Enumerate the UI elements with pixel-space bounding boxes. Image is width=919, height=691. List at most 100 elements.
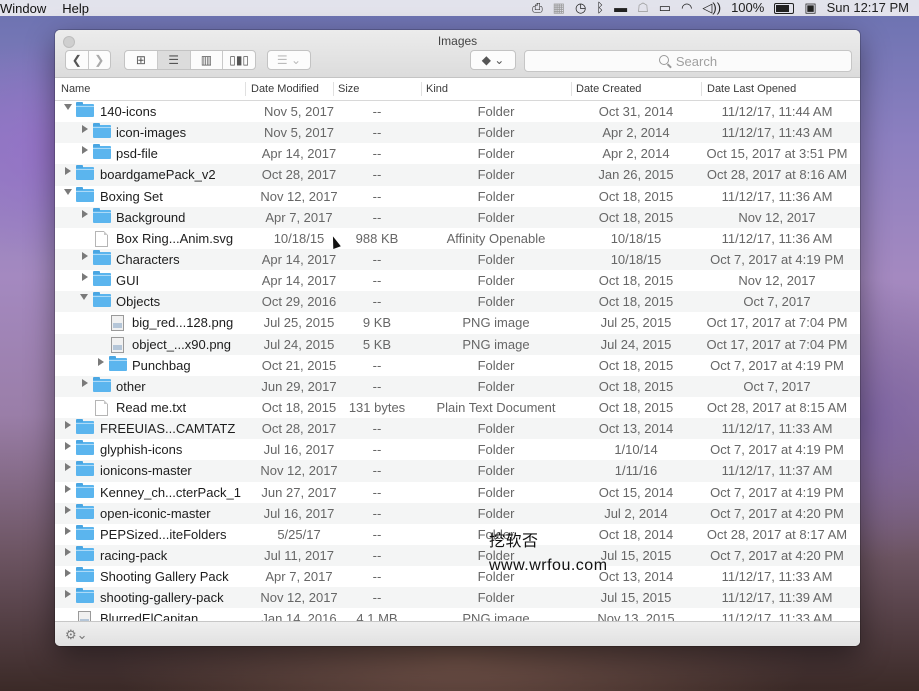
disclosure-triangle-open-icon[interactable]: [64, 104, 72, 110]
watermark-line2: www.wrfou.com: [489, 557, 608, 574]
file-name: PEPSized...iteFolders: [100, 526, 227, 542]
list-item[interactable]: icon-images Nov 5, 2017 -- Folder Apr 2,…: [55, 122, 860, 144]
file-size: 5 KB: [362, 336, 392, 352]
list-item[interactable]: Read me.txt Oct 18, 2015 131 bytes Plain…: [55, 397, 860, 418]
grid-icon[interactable]: ▦: [553, 0, 565, 16]
list-item[interactable]: Objects Oct 29, 2016 -- Folder Oct 18, 2…: [55, 291, 860, 313]
volume-icon[interactable]: ◁)): [702, 0, 721, 16]
folder-icon: [93, 123, 111, 139]
list-item[interactable]: Characters Apr 14, 2017 -- Folder 10/18/…: [55, 248, 860, 271]
list-item[interactable]: racing-pack Jul 11, 2017 -- Folder Jul 1…: [55, 544, 860, 567]
date-created: Jul 25, 2015: [600, 315, 672, 331]
menu-help[interactable]: Help: [62, 1, 105, 16]
list-item[interactable]: open-iconic-master Jul 16, 2017 -- Folde…: [55, 502, 860, 524]
column-header-date-modified[interactable]: Date Modified: [251, 83, 319, 95]
battery-icon[interactable]: [774, 2, 795, 14]
svg-file-icon: [95, 230, 108, 247]
gear-icon[interactable]: ⚙⌄: [65, 627, 88, 643]
file-name: icon-images: [116, 125, 187, 141]
list-item[interactable]: glyphish-icons Jul 16, 2017 -- Folder 1/…: [55, 439, 860, 460]
bluetooth-icon[interactable]: ᛒ: [596, 0, 604, 16]
list-item[interactable]: other Jun 29, 2017 -- Folder Oct 18, 201…: [55, 375, 860, 397]
file-name: Background: [116, 209, 186, 225]
list-item[interactable]: Box Ring...Anim.svg 10/18/15 988 KB Affi…: [55, 228, 860, 249]
time-machine-icon[interactable]: ◷: [575, 0, 586, 16]
disclosure-triangle-closed-icon[interactable]: [65, 569, 71, 578]
disclosure-triangle-closed-icon[interactable]: [82, 251, 88, 260]
file-kind: Folder: [477, 273, 515, 289]
input-menu-icon[interactable]: ▣: [804, 0, 816, 16]
column-header-size[interactable]: Size: [338, 83, 359, 95]
column-view-button[interactable]: ▥: [191, 51, 224, 69]
file-size: --: [372, 167, 382, 183]
disclosure-triangle-open-icon[interactable]: [64, 188, 72, 195]
disclosure-triangle-closed-icon[interactable]: [65, 547, 71, 556]
list-item[interactable]: Shooting Gallery Pack Apr 7, 2017 -- Fol…: [55, 566, 860, 587]
disclosure-triangle-closed-icon[interactable]: [82, 209, 88, 218]
action-button[interactable]: ◆ ⌄: [470, 50, 516, 70]
disclosure-triangle-closed-icon[interactable]: [82, 378, 88, 387]
disclosure-triangle-closed-icon[interactable]: [82, 125, 88, 134]
file-kind: Folder: [477, 442, 515, 458]
ghost-icon[interactable]: ☖: [637, 0, 649, 16]
list-item[interactable]: FREEUIAS...CAMTATZ Oct 28, 2017 -- Folde…: [55, 418, 860, 440]
search-input[interactable]: Search: [524, 50, 852, 72]
file-size: --: [372, 590, 382, 606]
list-item[interactable]: psd-file Apr 14, 2017 -- Folder Apr 2, 2…: [55, 143, 860, 164]
disclosure-triangle-closed-icon[interactable]: [82, 273, 88, 282]
date-last-opened: 11/12/17, 11:37 AM: [721, 463, 833, 479]
file-kind: Folder: [477, 484, 515, 500]
list-item[interactable]: 140-icons Nov 5, 2017 -- Folder Oct 31, …: [55, 101, 860, 122]
cover-flow-button[interactable]: ▯▮▯: [223, 51, 255, 69]
icon-view-button[interactable]: ⊞: [125, 51, 158, 69]
disclosure-triangle-closed-icon[interactable]: [65, 526, 71, 535]
folder-icon: [76, 503, 94, 519]
airplay-icon[interactable]: ▭: [659, 0, 671, 16]
folder-icon: [76, 524, 94, 540]
back-button[interactable]: ❮: [66, 51, 89, 69]
column-header-kind[interactable]: Kind: [426, 83, 448, 95]
disclosure-triangle-closed-icon[interactable]: [65, 505, 71, 514]
png-file-icon: [111, 336, 124, 353]
battery-percent[interactable]: 100%: [731, 0, 764, 16]
disclosure-triangle-open-icon[interactable]: [80, 294, 88, 301]
list-item[interactable]: ionicons-master Nov 12, 2017 -- Folder 1…: [55, 460, 860, 482]
list-item[interactable]: boardgamePack_v2 Oct 28, 2017 -- Folder …: [55, 164, 860, 186]
date-last-opened: Oct 7, 2017 at 4:19 PM: [710, 484, 844, 500]
date-created: Jul 24, 2015: [600, 336, 672, 352]
list-item[interactable]: big_red...128.png Jul 25, 2015 9 KB PNG …: [55, 312, 860, 333]
list-item[interactable]: Kenney_ch...cterPack_1 Jun 27, 2017 -- F…: [55, 482, 860, 503]
folder-icon: [76, 588, 94, 604]
list-item[interactable]: PEPSized...iteFolders 5/25/17 -- Folder …: [55, 524, 860, 545]
disclosure-triangle-closed-icon[interactable]: [65, 463, 71, 472]
clock[interactable]: Sun 12:17 PM: [827, 0, 909, 16]
column-header-date-created[interactable]: Date Created: [576, 83, 641, 95]
list-item[interactable]: shooting-gallery-pack Nov 12, 2017 -- Fo…: [55, 587, 860, 609]
list-item[interactable]: Background Apr 7, 2017 -- Folder Oct 18,…: [55, 206, 860, 228]
disclosure-triangle-closed-icon[interactable]: [82, 146, 88, 155]
list-item[interactable]: object_...x90.png Jul 24, 2015 5 KB PNG …: [55, 333, 860, 355]
date-last-opened: Oct 7, 2017 at 4:20 PM: [710, 505, 844, 521]
arrange-button[interactable]: ☰ ⌄: [267, 50, 311, 70]
wifi-icon[interactable]: ◠: [681, 0, 692, 16]
disclosure-triangle-closed-icon[interactable]: [65, 484, 71, 493]
disclosure-triangle-closed-icon[interactable]: [65, 442, 71, 451]
folder-icon: [76, 186, 94, 202]
disclosure-triangle-closed-icon[interactable]: [98, 357, 104, 366]
list-item[interactable]: GUI Apr 14, 2017 -- Folder Oct 18, 2015 …: [55, 270, 860, 291]
forward-button[interactable]: ❯: [89, 51, 111, 69]
disclosure-triangle-closed-icon[interactable]: [65, 167, 71, 176]
disclosure-triangle-closed-icon[interactable]: [65, 421, 71, 430]
list-view-button[interactable]: ☰: [157, 51, 191, 69]
printer-icon[interactable]: ⎙: [532, 0, 542, 16]
list-item[interactable]: Boxing Set Nov 12, 2017 -- Folder Oct 18…: [55, 186, 860, 207]
folder-icon: [76, 567, 94, 583]
file-name: object_...x90.png: [132, 336, 232, 352]
file-name: big_red...128.png: [132, 315, 234, 331]
column-header-date-last-opened[interactable]: Date Last Opened: [707, 83, 796, 95]
column-header-name[interactable]: Name: [61, 83, 90, 95]
list-item[interactable]: Punchbag Oct 21, 2015 -- Folder Oct 18, …: [55, 355, 860, 376]
keyboard-icon[interactable]: ▬: [614, 0, 627, 16]
menu-window[interactable]: Window: [0, 1, 62, 16]
disclosure-triangle-closed-icon[interactable]: [65, 590, 71, 599]
